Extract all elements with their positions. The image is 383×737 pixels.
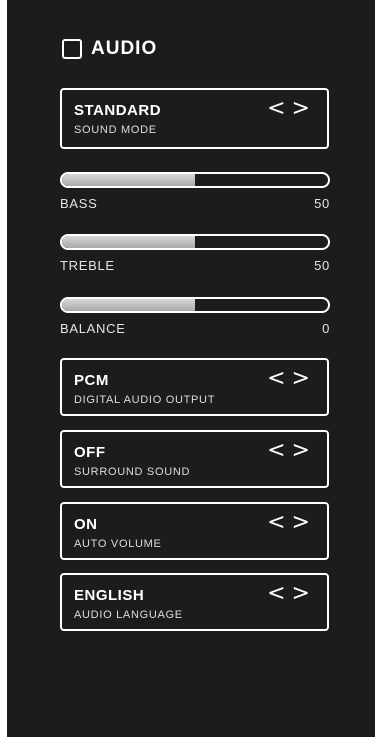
surround-sound-selector[interactable]: OFF SURROUND SOUND <> <box>60 430 329 488</box>
slider-fill <box>62 236 195 248</box>
bass-slider[interactable]: BASS 50 <box>60 172 330 211</box>
audio-language-label: AUDIO LANGUAGE <box>74 609 183 621</box>
left-right-arrows-icon[interactable]: <> <box>267 510 316 535</box>
checkbox-square-icon <box>62 39 82 59</box>
slider-label: TREBLE <box>60 258 115 273</box>
sound-mode-value: STANDARD <box>74 102 162 119</box>
sound-mode-selector[interactable]: STANDARD SOUND MODE <> <box>60 88 329 149</box>
auto-volume-selector[interactable]: ON AUTO VOLUME <> <box>60 502 329 560</box>
menu-title: AUDIO <box>91 38 158 59</box>
slider-fill <box>62 174 195 186</box>
audio-language-selector[interactable]: ENGLISH AUDIO LANGUAGE <> <box>60 573 329 631</box>
audio-menu-panel: AUDIO STANDARD SOUND MODE <> BASS 50 TRE… <box>7 0 375 737</box>
slider-value: 0 <box>322 321 330 336</box>
auto-volume-label: AUTO VOLUME <box>74 538 162 550</box>
surround-sound-label: SURROUND SOUND <box>74 466 191 478</box>
surround-sound-value: OFF <box>74 444 106 461</box>
auto-volume-value: ON <box>74 516 98 533</box>
slider-track[interactable] <box>60 297 330 313</box>
slider-track[interactable] <box>60 234 330 250</box>
slider-value: 50 <box>314 196 330 211</box>
slider-track[interactable] <box>60 172 330 188</box>
digital-audio-output-label: DIGITAL AUDIO OUTPUT <box>74 394 216 406</box>
digital-audio-output-value: PCM <box>74 372 109 389</box>
slider-label: BALANCE <box>60 321 126 336</box>
menu-header: AUDIO <box>62 36 157 62</box>
sound-mode-label: SOUND MODE <box>74 124 157 136</box>
left-right-arrows-icon[interactable]: <> <box>267 366 316 391</box>
balance-slider[interactable]: BALANCE 0 <box>60 297 330 336</box>
treble-slider[interactable]: TREBLE 50 <box>60 234 330 273</box>
digital-audio-output-selector[interactable]: PCM DIGITAL AUDIO OUTPUT <> <box>60 358 329 416</box>
left-right-arrows-icon[interactable]: <> <box>267 438 316 463</box>
slider-value: 50 <box>314 258 330 273</box>
left-right-arrows-icon[interactable]: <> <box>267 581 316 606</box>
slider-label: BASS <box>60 196 98 211</box>
audio-language-value: ENGLISH <box>74 587 145 604</box>
slider-fill <box>62 299 195 311</box>
left-right-arrows-icon[interactable]: <> <box>267 96 316 121</box>
